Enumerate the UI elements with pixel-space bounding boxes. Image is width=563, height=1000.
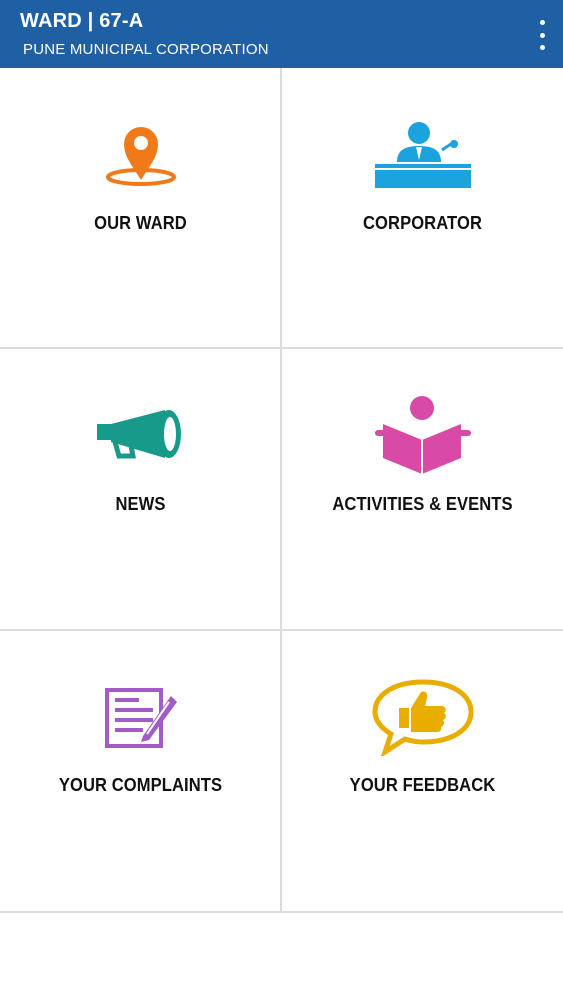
page-title: WARD | 67-A (20, 10, 144, 32)
tile-your-feedback[interactable]: YOUR FEEDBACK (282, 630, 563, 911)
tile-label: YOUR COMPLAINTS (58, 775, 223, 795)
thumbs-up-bubble-icon (368, 679, 478, 756)
tile-label: CORPORATOR (363, 213, 482, 233)
tile-label: NEWS (115, 494, 166, 514)
menu-grid: OUR WARD CORPORATOR NEWS ACTIVITIES & EV… (0, 68, 563, 913)
more-vert-icon[interactable] (535, 20, 549, 50)
reading-person-icon (368, 396, 478, 474)
tile-label: ACTIVITIES & EVENTS (332, 494, 513, 514)
megaphone-icon (86, 401, 196, 471)
form-pen-icon (86, 682, 196, 752)
speaker-podium-icon (368, 120, 478, 190)
tile-corporator[interactable]: CORPORATOR (282, 68, 563, 349)
app-bar: WARD | 67-A PUNE MUNICIPAL CORPORATION (0, 0, 563, 68)
tile-our-ward[interactable]: OUR WARD (0, 68, 281, 349)
tile-your-complaints[interactable]: YOUR COMPLAINTS (0, 630, 281, 911)
page-subtitle: PUNE MUNICIPAL CORPORATION (23, 41, 269, 58)
tile-label: OUR WARD (94, 213, 187, 233)
map-pin-icon (86, 120, 196, 190)
tile-news[interactable]: NEWS (0, 349, 281, 630)
tile-activities-events[interactable]: ACTIVITIES & EVENTS (282, 349, 563, 630)
tile-label: YOUR FEEDBACK (349, 775, 496, 795)
